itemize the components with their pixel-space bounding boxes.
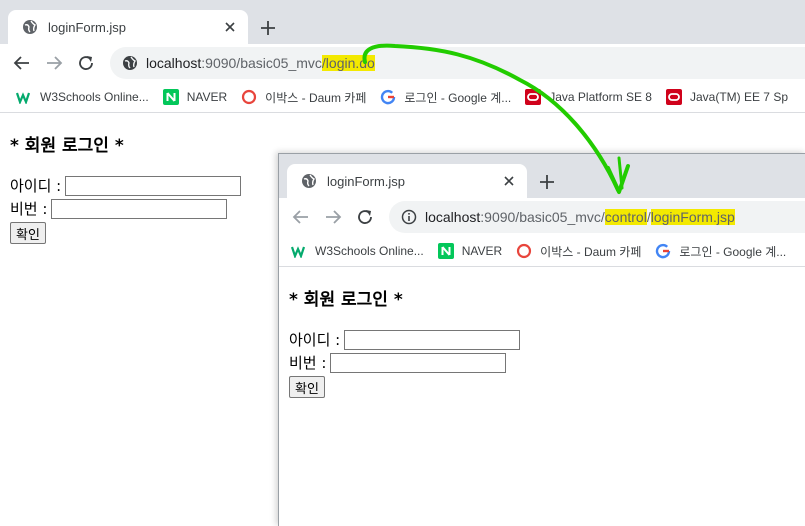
- tab-title: loginForm.jsp: [327, 173, 406, 189]
- id-input[interactable]: [65, 175, 242, 196]
- forward-arrow-icon[interactable]: [42, 51, 66, 75]
- url-text: localhost:9090/basic05_mvc/login.do: [146, 55, 375, 71]
- w3schools-icon: [16, 89, 32, 105]
- url-path-highlight: /login.do: [321, 55, 375, 71]
- bookmark-w3schools[interactable]: W3Schools Online...: [16, 89, 149, 105]
- tab-strip: loginForm.jsp: [279, 154, 805, 198]
- google-icon: [380, 89, 396, 105]
- page-title: * 회원 로그인 *: [289, 290, 403, 310]
- bookmark-w3schools[interactable]: W3Schools Online...: [291, 243, 424, 259]
- info-icon[interactable]: [401, 209, 417, 225]
- password-row: 비번 :: [289, 351, 796, 374]
- address-bar[interactable]: localhost:9090/basic05_mvc/control/login…: [389, 201, 805, 233]
- bookmark-java-se[interactable]: Java Platform SE 8: [525, 89, 652, 105]
- bookmark-label: W3Schools Online...: [40, 90, 149, 104]
- naver-icon: [162, 89, 179, 105]
- password-input[interactable]: [51, 198, 228, 219]
- bookmark-label: W3Schools Online...: [315, 244, 424, 258]
- new-tab-plus-icon[interactable]: [258, 18, 278, 38]
- tab-strip: loginForm.jsp: [0, 0, 805, 44]
- globe-icon: [122, 55, 138, 71]
- id-label: 아이디 :: [289, 331, 341, 349]
- browser-window-login-form: loginForm.jsp localhost:9090/basic05_mvc…: [278, 153, 805, 526]
- submit-button[interactable]: 확인: [10, 222, 46, 244]
- password-label: 비번 :: [289, 354, 327, 372]
- bookmark-google[interactable]: 로그인 - Google 계...: [655, 243, 786, 260]
- bookmark-label: 로그인 - Google 계...: [404, 90, 512, 105]
- browser-toolbar: localhost:9090/basic05_mvc/control/login…: [279, 198, 805, 236]
- url-path-highlight-jsp: loginForm.jsp: [650, 209, 735, 225]
- url-path: :9090/basic05_mvc: [201, 55, 322, 71]
- url-host: localhost: [146, 55, 202, 71]
- bookmark-naver[interactable]: NAVER: [437, 243, 503, 259]
- oracle-icon: [525, 89, 542, 105]
- id-input[interactable]: [344, 329, 521, 350]
- bookmark-daum[interactable]: 이박스 - Daum 카페: [516, 243, 641, 260]
- password-label: 비번 :: [10, 200, 48, 218]
- daum-icon: [516, 243, 532, 259]
- url-host: localhost: [425, 209, 481, 225]
- bookmark-label: Java Platform SE 8: [549, 90, 652, 104]
- bookmarks-bar: W3Schools Online... NAVER 이박스 - Daum 카페 …: [0, 82, 805, 113]
- url-text: localhost:9090/basic05_mvc/control/login…: [425, 209, 735, 225]
- submit-button[interactable]: 확인: [289, 376, 325, 398]
- bookmark-label: 로그인 - Google 계...: [679, 244, 787, 259]
- bookmark-label: NAVER: [461, 244, 503, 258]
- w3schools-icon: [291, 243, 307, 259]
- new-tab-plus-icon[interactable]: [537, 172, 557, 192]
- bookmark-label: 이박스 - Daum 카페: [540, 244, 642, 259]
- forward-arrow-icon[interactable]: [321, 205, 345, 229]
- bookmark-label: NAVER: [186, 90, 228, 104]
- naver-icon: [437, 243, 454, 259]
- oracle-icon: [665, 89, 682, 105]
- bookmark-label: 이박스 - Daum 카페: [265, 90, 367, 105]
- reload-icon[interactable]: [353, 205, 377, 229]
- globe-icon: [301, 173, 317, 189]
- back-arrow-icon[interactable]: [289, 205, 313, 229]
- tab-login-form[interactable]: loginForm.jsp: [287, 164, 527, 198]
- password-input[interactable]: [330, 352, 507, 373]
- bookmark-daum[interactable]: 이박스 - Daum 카페: [241, 89, 366, 106]
- address-bar[interactable]: localhost:9090/basic05_mvc/login.do: [110, 47, 805, 79]
- bookmark-google[interactable]: 로그인 - Google 계...: [380, 89, 511, 106]
- bookmarks-bar: W3Schools Online... NAVER 이박스 - Daum 카페 …: [279, 236, 805, 267]
- browser-toolbar: localhost:9090/basic05_mvc/login.do: [0, 44, 805, 82]
- globe-icon: [22, 19, 38, 35]
- url-path: :9090/basic05_mvc/: [480, 209, 605, 225]
- id-label: 아이디 :: [10, 177, 62, 195]
- google-icon: [655, 243, 671, 259]
- bookmark-java-ee[interactable]: Java(TM) EE 7 Sp: [665, 89, 788, 105]
- bookmark-naver[interactable]: NAVER: [162, 89, 228, 105]
- id-row: 아이디 :: [289, 328, 796, 351]
- close-icon[interactable]: [501, 173, 517, 189]
- daum-icon: [241, 89, 257, 105]
- bookmark-label: Java(TM) EE 7 Sp: [689, 90, 788, 104]
- tab-title: loginForm.jsp: [48, 19, 127, 35]
- url-path-highlight-control: control: [604, 209, 647, 225]
- close-icon[interactable]: [222, 19, 238, 35]
- reload-icon[interactable]: [74, 51, 98, 75]
- page-content: * 회원 로그인 * 아이디 : 비번 : 확인: [279, 267, 805, 416]
- back-arrow-icon[interactable]: [10, 51, 34, 75]
- tab-login-form[interactable]: loginForm.jsp: [8, 10, 248, 44]
